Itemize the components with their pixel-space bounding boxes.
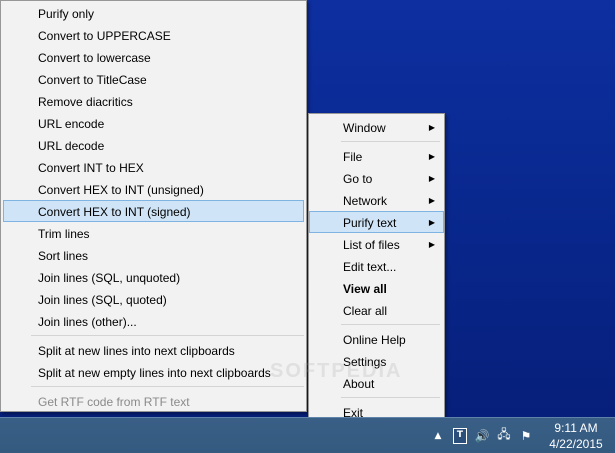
menu-item-file[interactable]: File ▶ [309, 145, 444, 167]
menu-item-purify-text[interactable]: Purify text ▶ [309, 211, 444, 233]
menu-item-url-encode[interactable]: URL encode [3, 112, 304, 134]
menu-item-view-all[interactable]: View all [309, 277, 444, 299]
menu-item-int-to-hex[interactable]: Convert INT to HEX [3, 156, 304, 178]
submenu-arrow-icon: ▶ [428, 123, 435, 132]
show-hidden-icons-icon[interactable]: ▲ [427, 418, 449, 453]
menu-item-join-sql-quoted[interactable]: Join lines (SQL, quoted) [3, 288, 304, 310]
submenu-arrow-icon: ▶ [428, 152, 435, 161]
menu-item-url-decode[interactable]: URL decode [3, 134, 304, 156]
menu-item-convert-lowercase[interactable]: Convert to lowercase [3, 46, 304, 68]
menu-item-remove-diacritics[interactable]: Remove diacritics [3, 90, 304, 112]
menu-item-label: Window [343, 121, 386, 135]
menu-item-convert-uppercase[interactable]: Convert to UPPERCASE [3, 24, 304, 46]
menu-separator [31, 335, 304, 336]
menu-item-join-other[interactable]: Join lines (other)... [3, 310, 304, 332]
submenu-arrow-icon: ▶ [428, 174, 435, 183]
system-tray: ▲ T 🔊 🖧 ⚑ 9:11 AM 4/22/2015 [427, 418, 615, 453]
menu-item-join-sql-unquoted[interactable]: Join lines (SQL, unquoted) [3, 266, 304, 288]
clock-date: 4/22/2015 [549, 436, 603, 451]
submenu-arrow-icon: ▶ [428, 196, 435, 205]
menu-item-network[interactable]: Network ▶ [309, 189, 444, 211]
menu-separator [341, 324, 440, 325]
submenu-arrow-icon: ▶ [428, 218, 435, 227]
clipboard-app-tray-icon[interactable]: T [449, 418, 471, 453]
menu-item-trim-lines[interactable]: Trim lines [3, 222, 304, 244]
taskbar: ▲ T 🔊 🖧 ⚑ 9:11 AM 4/22/2015 [0, 417, 615, 453]
taskbar-clock[interactable]: 9:11 AM 4/22/2015 [537, 418, 615, 453]
menu-item-edit-text[interactable]: Edit text... [309, 255, 444, 277]
menu-separator [341, 141, 440, 142]
menu-item-hex-to-int-signed[interactable]: Convert HEX to INT (signed) [3, 200, 304, 222]
purify-text-submenu: Purify only Convert to UPPERCASE Convert… [0, 0, 307, 412]
menu-separator [341, 397, 440, 398]
menu-item-clear-all[interactable]: Clear all [309, 299, 444, 321]
clipboard-app-icon-glyph: T [453, 427, 467, 444]
menu-item-sort-lines[interactable]: Sort lines [3, 244, 304, 266]
action-center-flag-icon[interactable]: ⚑ [515, 418, 537, 453]
menu-item-list-of-files[interactable]: List of files ▶ [309, 233, 444, 255]
menu-item-settings[interactable]: Settings [309, 350, 444, 372]
menu-item-window[interactable]: Window ▶ [309, 116, 444, 138]
menu-item-about[interactable]: About [309, 372, 444, 394]
menu-item-split-empty-lines[interactable]: Split at new empty lines into next clipb… [3, 361, 304, 383]
menu-item-label: List of files [343, 238, 400, 252]
menu-item-label: Network [343, 194, 388, 208]
menu-item-split-new-lines[interactable]: Split at new lines into next clipboards [3, 339, 304, 361]
clock-time: 9:11 AM [554, 420, 598, 435]
menu-item-label: Go to [343, 172, 373, 186]
menu-item-label: File [343, 150, 363, 164]
menu-item-go-to[interactable]: Go to ▶ [309, 167, 444, 189]
volume-icon[interactable]: 🔊 [471, 418, 493, 453]
menu-item-online-help[interactable]: Online Help [309, 328, 444, 350]
menu-item-label: Purify text [343, 216, 397, 230]
tray-context-menu: Window ▶ File ▶ Go to ▶ Network ▶ Purify… [308, 113, 445, 421]
menu-item-hex-to-int-unsigned[interactable]: Convert HEX to INT (unsigned) [3, 178, 304, 200]
menu-separator [31, 386, 304, 387]
menu-item-get-rtf-code: Get RTF code from RTF text [38, 395, 190, 409]
network-icon[interactable]: 🖧 [493, 418, 515, 453]
menu-item-convert-titlecase[interactable]: Convert to TitleCase [3, 68, 304, 90]
submenu-arrow-icon: ▶ [428, 240, 435, 249]
menu-item-purify-only[interactable]: Purify only [3, 2, 304, 24]
